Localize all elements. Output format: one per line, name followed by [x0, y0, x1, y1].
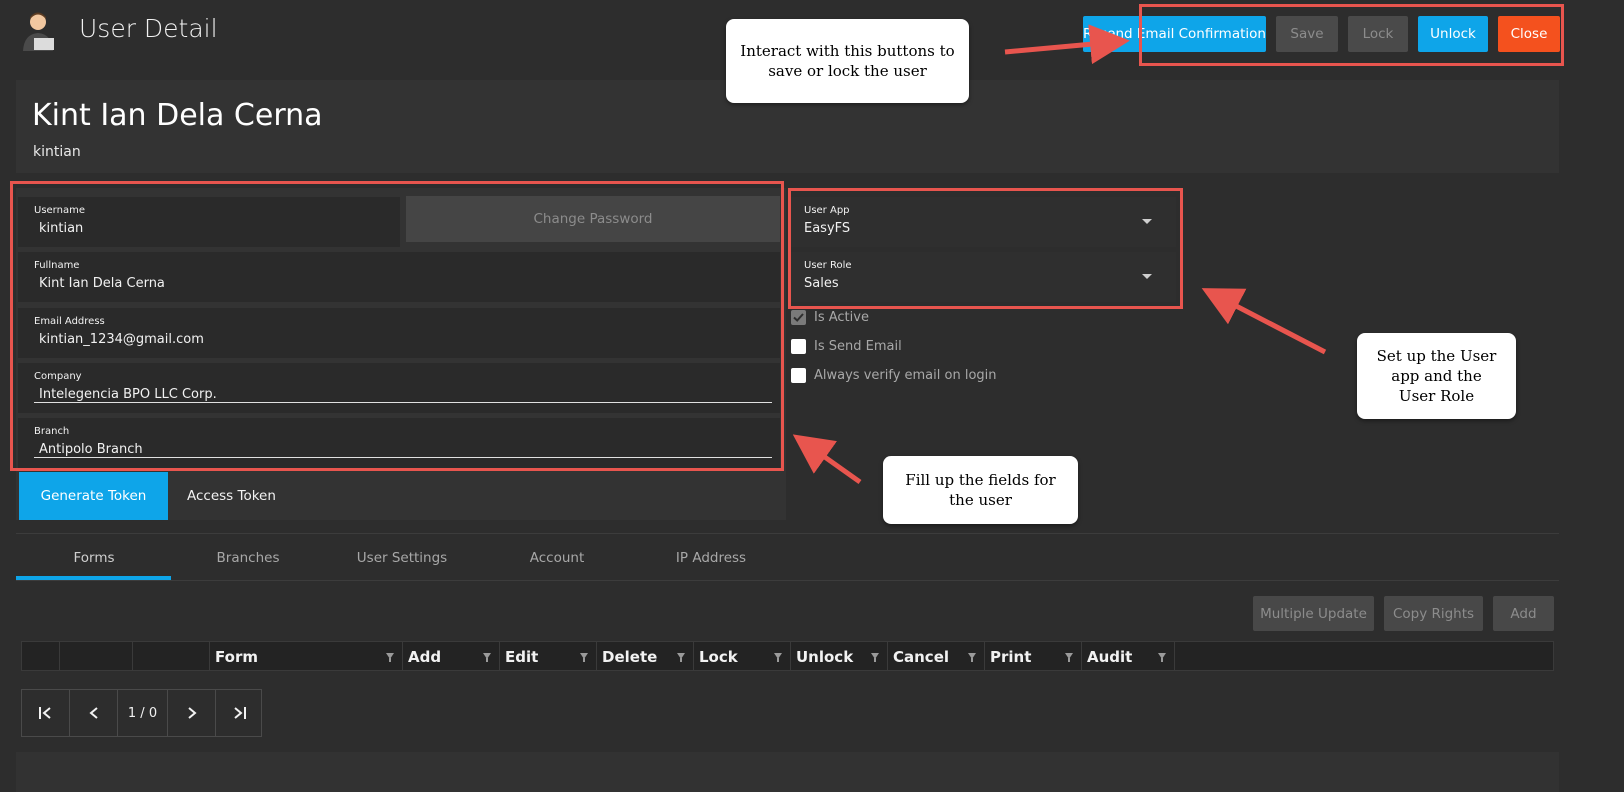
callout-buttons-note: Interact with this buttons to save or lo…: [726, 19, 969, 103]
callout-fields-note: Fill up the fields for the user: [883, 456, 1078, 524]
callout-app-role-note: Set up the User app and the User Role: [1357, 333, 1516, 419]
arrow-to-app-role: [1201, 288, 1327, 355]
arrow-to-fields: [792, 434, 862, 485]
arrow-to-buttons: [1004, 24, 1130, 65]
